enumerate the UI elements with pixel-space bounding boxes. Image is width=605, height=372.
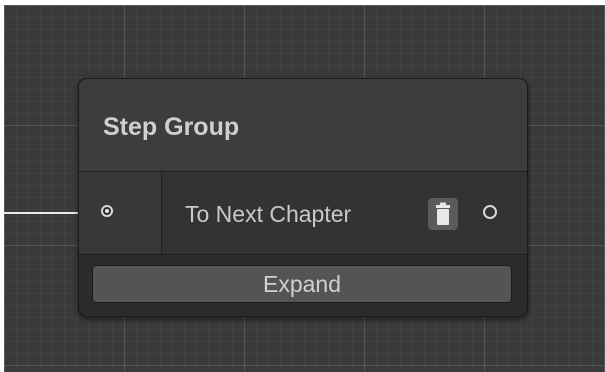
step-group-node[interactable]: Step Group To Next Chapter Expand: [78, 78, 528, 317]
input-port[interactable]: [101, 205, 113, 217]
connection-edge: [4, 212, 84, 214]
graph-canvas[interactable]: Step Group To Next Chapter Expand: [4, 5, 605, 372]
node-title: Step Group: [103, 113, 240, 141]
input-port-connected-dot-icon: [105, 209, 109, 213]
output-port[interactable]: [483, 205, 497, 219]
trash-icon: [436, 202, 450, 225]
delete-output-button[interactable]: [428, 198, 458, 230]
input-port-cell: [79, 172, 162, 254]
expand-button[interactable]: Expand: [92, 265, 512, 303]
output-port-cell: To Next Chapter: [162, 172, 527, 254]
node-header[interactable]: Step Group: [79, 79, 527, 171]
output-port-label: To Next Chapter: [185, 201, 352, 227]
port-row: To Next Chapter: [79, 171, 527, 255]
